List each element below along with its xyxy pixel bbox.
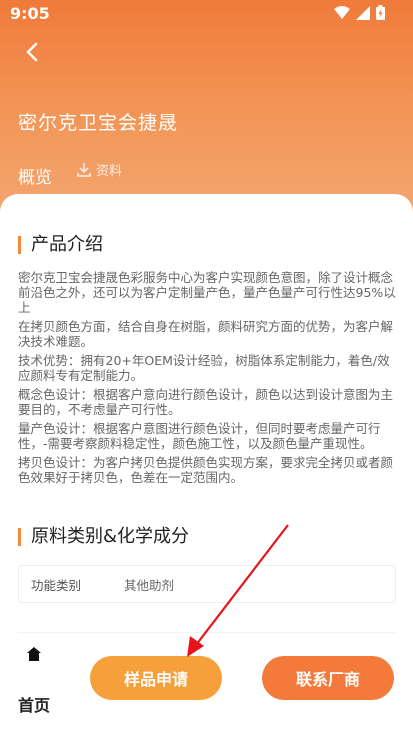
download-icon <box>77 162 91 177</box>
home-tab[interactable] <box>16 646 52 666</box>
status-bar: 9:05 <box>0 0 413 28</box>
row-key: 功能类别 <box>31 577 82 593</box>
page-title: 密尔克卫宝会捷晟 <box>18 112 179 134</box>
tab-overview[interactable]: 概览 <box>18 163 52 188</box>
tab-documents-label: 资料 <box>96 164 123 179</box>
home-label[interactable]: 首页 <box>18 692 50 716</box>
status-time: 9:05 <box>10 4 50 23</box>
signal-icon <box>356 5 370 20</box>
tab-documents[interactable]: 资料 <box>76 160 122 179</box>
row-value: 其他助剂 <box>124 577 175 593</box>
sample-request-button[interactable]: 样品申请 <box>90 656 222 700</box>
contact-manufacturer-button[interactable]: 联系厂商 <box>262 656 394 700</box>
section-title-materials: 原料类别&化学成分 <box>18 528 189 546</box>
back-button[interactable] <box>18 38 46 66</box>
intro-paragraph: 量产色设计：根据客户意图进行颜色设计，但同时要考虑量产可行性，-需要考察颜料稳定… <box>18 421 381 451</box>
intro-paragraph: 密尔克卫宝会捷晟色彩服务中心为客户实现颜色意图，除了设计概念前沿色之外，还可以为… <box>18 270 396 315</box>
home-icon <box>27 647 41 661</box>
materials-table-row: 功能类别 其他助剂 <box>18 565 396 603</box>
wifi-icon <box>334 5 350 19</box>
product-intro-text: 密尔克卫宝会捷晟色彩服务中心为客户实现颜色意图，除了设计概念前沿色之外，还可以为… <box>18 270 396 489</box>
intro-paragraph: 在拷贝颜色方面，结合自身在树脂，颜料研究方面的优势，为客户解决技术难题。 <box>18 319 394 349</box>
intro-paragraph: 技术优势：拥有20+年OEM设计经验，树脂体系定制能力，着色/效应颜料专有定制能… <box>18 353 390 383</box>
battery-icon <box>376 5 385 20</box>
status-icons <box>334 5 385 20</box>
intro-paragraph: 概念色设计：根据客户意向进行颜色设计，颜色以达到设计意图为主要目的，不考虑量产可… <box>18 387 394 417</box>
back-arrow-icon <box>26 42 38 62</box>
section-title-intro: 产品介绍 <box>18 236 103 254</box>
intro-paragraph: 拷贝色设计：为客户拷贝色提供颜色实现方案，要求完全拷贝或者颜色效果好于拷贝色，色… <box>18 455 394 485</box>
